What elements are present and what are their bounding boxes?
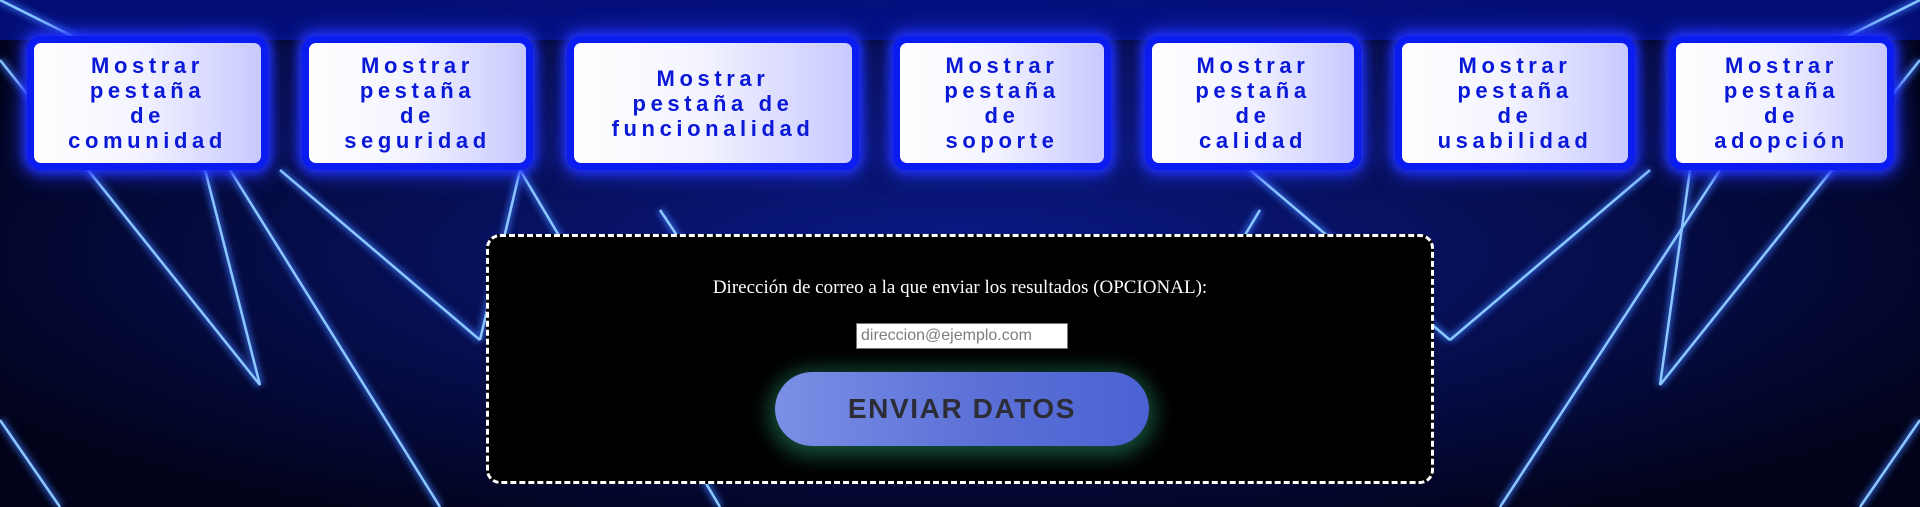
send-data-button[interactable]: ENVIAR DATOS [775, 372, 1149, 446]
tab-bar: Mostrar pestaña de comunidad Mostrar pes… [0, 36, 1920, 180]
email-input[interactable] [856, 323, 1068, 349]
tab-adopcion-label: Mostrar pestaña de adopción [1714, 53, 1849, 153]
tab-seguridad[interactable]: Mostrar pestaña de seguridad [302, 36, 533, 170]
tab-seguridad-label: Mostrar pestaña de seguridad [344, 53, 491, 153]
tab-comunidad-label: Mostrar pestaña de comunidad [68, 53, 227, 153]
tab-usabilidad-label: Mostrar pestaña de usabilidad [1437, 53, 1593, 153]
tab-adopcion[interactable]: Mostrar pestaña de adopción [1669, 36, 1894, 170]
tab-calidad-label: Mostrar pestaña de calidad [1195, 53, 1311, 153]
tab-soporte[interactable]: Mostrar pestaña de soporte [893, 36, 1111, 170]
email-label: Dirección de correo a la que enviar los … [712, 277, 1208, 298]
tab-usabilidad[interactable]: Mostrar pestaña de usabilidad [1395, 36, 1635, 170]
email-form-panel: Dirección de correo a la que enviar los … [486, 234, 1434, 484]
tab-comunidad[interactable]: Mostrar pestaña de comunidad [27, 36, 268, 170]
tab-funcionalidad[interactable]: Mostrar pestaña de funcionalidad [567, 36, 859, 170]
tab-calidad[interactable]: Mostrar pestaña de calidad [1145, 36, 1361, 170]
tab-soporte-label: Mostrar pestaña de soporte [944, 53, 1060, 153]
tab-funcionalidad-label: Mostrar pestaña de funcionalidad [611, 65, 815, 141]
